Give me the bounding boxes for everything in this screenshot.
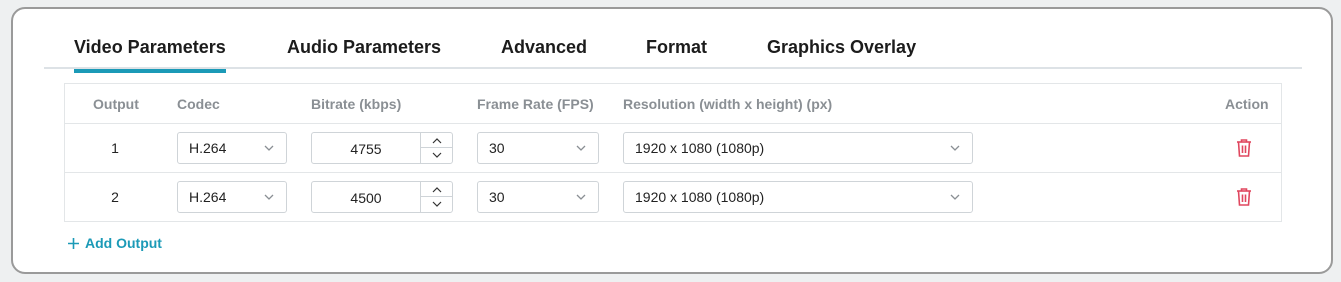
header-resolution: Resolution (width x height) (px) (623, 96, 833, 112)
decrement-button[interactable] (421, 197, 453, 212)
video-parameters-card: Video Parameters Audio Parameters Advanc… (11, 7, 1333, 274)
chevron-down-icon (950, 143, 960, 153)
header-frame-rate: Frame Rate (FPS) (477, 96, 594, 112)
stepper-buttons (420, 133, 453, 163)
tab-audio-parameters[interactable]: Audio Parameters (287, 37, 441, 69)
header-output: Output (93, 96, 139, 112)
codec-select[interactable]: H.264 (177, 132, 287, 164)
chevron-up-icon (432, 186, 442, 192)
trash-icon (1237, 139, 1251, 157)
output-number: 2 (111, 189, 119, 205)
tab-graphics-overlay[interactable]: Graphics Overlay (767, 37, 916, 69)
chevron-down-icon (576, 192, 586, 202)
add-output-button[interactable]: Add Output (67, 235, 162, 251)
frame-rate-value: 30 (489, 140, 505, 156)
outputs-table: Output Codec Bitrate (kbps) Frame Rate (… (64, 83, 1282, 222)
delete-output-button[interactable] (1233, 186, 1255, 208)
frame-rate-value: 30 (489, 189, 505, 205)
frame-rate-select[interactable]: 30 (477, 181, 599, 213)
codec-select[interactable]: H.264 (177, 181, 287, 213)
codec-value: H.264 (189, 189, 227, 205)
bitrate-stepper[interactable] (311, 132, 453, 164)
header-action: Action (1225, 96, 1269, 112)
resolution-select[interactable]: 1920 x 1080 (1080p) (623, 132, 973, 164)
plus-icon (67, 237, 80, 250)
chevron-up-icon (432, 137, 442, 143)
chevron-down-icon (264, 192, 274, 202)
chevron-down-icon (264, 143, 274, 153)
stepper-buttons (420, 182, 453, 212)
tab-advanced[interactable]: Advanced (501, 37, 587, 69)
increment-button[interactable] (421, 133, 453, 148)
bitrate-input[interactable] (312, 182, 420, 212)
tab-bar: Video Parameters Audio Parameters Advanc… (44, 29, 1302, 73)
resolution-value: 1920 x 1080 (1080p) (635, 140, 765, 156)
resolution-select[interactable]: 1920 x 1080 (1080p) (623, 181, 973, 213)
delete-output-button[interactable] (1233, 137, 1255, 159)
table-row: 1 H.264 30 (65, 123, 1281, 172)
add-output-label: Add Output (85, 235, 162, 251)
codec-value: H.264 (189, 140, 227, 156)
decrement-button[interactable] (421, 148, 453, 163)
chevron-down-icon (432, 201, 442, 207)
chevron-down-icon (432, 152, 442, 158)
bitrate-input[interactable] (312, 133, 420, 163)
chevron-down-icon (950, 192, 960, 202)
increment-button[interactable] (421, 182, 453, 197)
header-codec: Codec (177, 96, 220, 112)
frame-rate-select[interactable]: 30 (477, 132, 599, 164)
bitrate-stepper[interactable] (311, 181, 453, 213)
tab-video-parameters[interactable]: Video Parameters (74, 37, 226, 73)
trash-icon (1237, 188, 1251, 206)
tab-format[interactable]: Format (646, 37, 707, 69)
resolution-value: 1920 x 1080 (1080p) (635, 189, 765, 205)
table-row: 2 H.264 30 (65, 172, 1281, 221)
header-bitrate: Bitrate (kbps) (311, 96, 402, 112)
output-number: 1 (111, 140, 119, 156)
chevron-down-icon (576, 143, 586, 153)
